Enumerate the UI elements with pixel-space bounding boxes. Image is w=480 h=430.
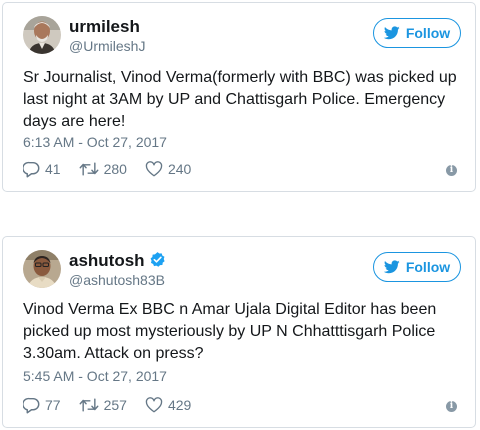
info-icon[interactable]: i — [446, 401, 457, 412]
like-button[interactable]: 240 — [145, 161, 191, 177]
tweet-text: Vinod Verma Ex BBC n Amar Ujala Digital … — [23, 301, 437, 362]
user-handle[interactable]: @ashutosh83B — [69, 271, 165, 289]
tweet-timestamp[interactable]: 6:13 AM - Oct 27, 2017 — [23, 133, 167, 151]
follow-label: Follow — [405, 259, 451, 275]
reply-button[interactable]: 77 — [23, 397, 61, 414]
tweet-card: urmilesh @UrmileshJ Follow Sr Journalist… — [2, 2, 476, 192]
avatar[interactable] — [23, 250, 61, 288]
like-button[interactable]: 429 — [145, 397, 191, 413]
like-icon — [145, 397, 163, 413]
retweet-count: 257 — [103, 397, 127, 413]
retweet-count: 280 — [103, 161, 127, 177]
tweet-actions: 77 257 429 — [23, 395, 209, 415]
twitter-bird-icon — [383, 26, 400, 40]
follow-button[interactable]: Follow — [373, 18, 461, 48]
tweet-actions: 41 280 240 — [23, 159, 209, 179]
twitter-bird-icon — [383, 260, 400, 274]
display-name-text: ashutosh — [69, 251, 145, 270]
reply-button[interactable]: 41 — [23, 161, 61, 178]
verified-badge-icon — [150, 252, 165, 267]
reply-icon — [23, 397, 40, 413]
like-icon — [145, 161, 163, 177]
display-name[interactable]: ashutosh — [69, 251, 166, 271]
retweet-button[interactable]: 280 — [79, 161, 127, 177]
retweet-icon — [79, 398, 99, 412]
avatar[interactable] — [23, 16, 61, 54]
info-icon[interactable]: i — [446, 165, 457, 176]
tweet-card: ashutosh @ashutosh83B Follow Vinod Verma… — [2, 236, 476, 428]
user-handle[interactable]: @UrmileshJ — [69, 37, 145, 55]
retweet-button[interactable]: 257 — [79, 397, 127, 413]
retweet-icon — [79, 162, 99, 176]
tweet-text: Sr Journalist, Vinod Verma(formerly with… — [23, 69, 457, 130]
display-name[interactable]: urmilesh — [69, 17, 140, 37]
reply-count: 77 — [45, 397, 61, 413]
reply-count: 41 — [45, 161, 61, 177]
reply-icon — [23, 161, 40, 177]
follow-label: Follow — [405, 25, 451, 41]
like-count: 429 — [167, 397, 192, 413]
like-count: 240 — [167, 161, 192, 177]
tweet-timestamp[interactable]: 5:45 AM - Oct 27, 2017 — [23, 367, 167, 385]
follow-button[interactable]: Follow — [373, 252, 461, 282]
